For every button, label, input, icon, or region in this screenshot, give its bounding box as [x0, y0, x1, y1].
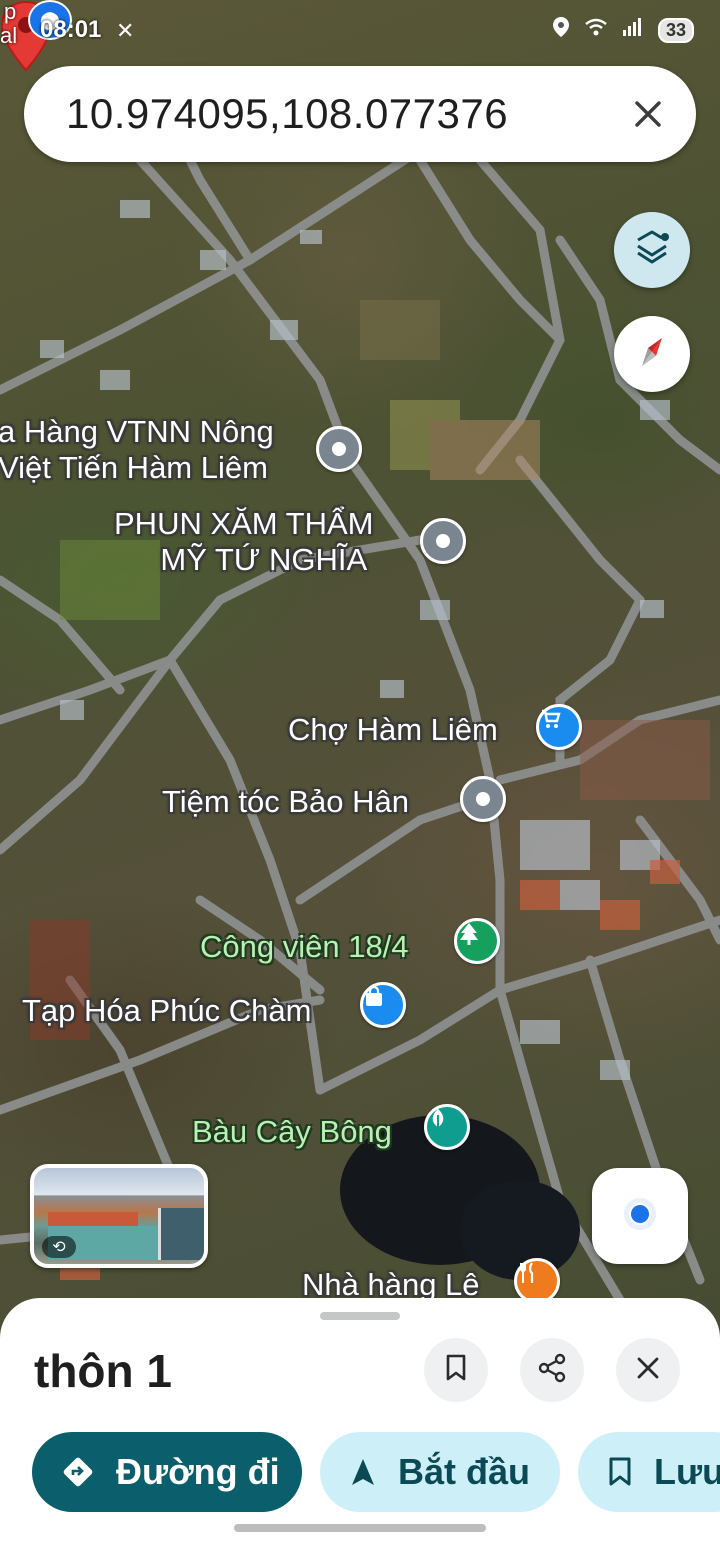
- poi-label-cho[interactable]: Chợ Hàm Liêm: [288, 711, 498, 749]
- poi-label-bau-cay-bong[interactable]: Bàu Cây Bông: [192, 1113, 392, 1151]
- battery-indicator: 33: [657, 17, 694, 43]
- status-bar: p al ⬤ 08:01 ✕ 33: [0, 0, 720, 62]
- sv-gate: [158, 1208, 204, 1260]
- poi-label-tap-hoa[interactable]: Tạp Hóa Phúc Chàm: [22, 992, 311, 1030]
- status-crumb: p al: [0, 0, 17, 48]
- start-button[interactable]: Bắt đầu: [320, 1432, 561, 1512]
- wifi-icon: [584, 17, 608, 43]
- leaf-icon[interactable]: [424, 1104, 470, 1150]
- layers-button[interactable]: [614, 212, 690, 288]
- sheet-drag-handle[interactable]: [320, 1312, 400, 1320]
- action-chips: Đường đi Bắt đầu Lưu: [32, 1432, 720, 1512]
- cross-icon: ✕: [116, 18, 135, 43]
- bookmark-icon: [445, 1354, 467, 1387]
- shopping-cart-icon[interactable]: [536, 704, 582, 750]
- poi-pin-icon[interactable]: [420, 518, 466, 564]
- poi-label-vtnn[interactable]: a Hàng VTNN Nông Việt Tiến Hàm Liêm: [0, 414, 274, 486]
- directions-label: Đường đi: [116, 1451, 280, 1492]
- poi-label-line: a Hàng VTNN Nông: [0, 414, 274, 449]
- save-chip-button[interactable]: Lưu: [578, 1432, 720, 1512]
- place-bottom-sheet[interactable]: thôn 1 Đường đi Bắt đầu Lưu: [0, 1298, 720, 1544]
- save-button[interactable]: [424, 1338, 488, 1402]
- close-icon[interactable]: [618, 84, 678, 144]
- poi-label-phun-xam[interactable]: PHUN XĂM THẨM MỸ TỨ NGHĨA: [114, 506, 374, 578]
- status-time: 08:01: [40, 16, 102, 43]
- poi-pin-icon[interactable]: [460, 776, 506, 822]
- directions-icon: [62, 1456, 94, 1488]
- poi-label-line: Việt Tiến Hàm Liêm: [0, 450, 268, 485]
- rotate-360-icon: ⟲: [42, 1236, 76, 1258]
- shopping-bag-icon[interactable]: [360, 982, 406, 1028]
- share-icon: [537, 1353, 567, 1388]
- tree-icon[interactable]: [454, 918, 500, 964]
- poi-label-cong-vien[interactable]: Công viên 18/4: [200, 928, 409, 966]
- sv-roof: [48, 1212, 138, 1226]
- signal-icon: [622, 17, 644, 43]
- layers-icon: [632, 228, 672, 273]
- my-location-icon: [622, 1196, 658, 1237]
- poi-pin-icon[interactable]: [316, 426, 362, 472]
- close-sheet-button[interactable]: [616, 1338, 680, 1402]
- close-icon: [636, 1356, 660, 1385]
- home-indicator[interactable]: [234, 1524, 486, 1532]
- status-icons: 33: [552, 16, 694, 44]
- crumb-bottom: al: [0, 23, 18, 48]
- save-label: Lưu: [654, 1451, 720, 1492]
- compass-button[interactable]: [614, 316, 690, 392]
- compass-icon: [632, 332, 672, 377]
- start-label: Bắt đầu: [398, 1451, 531, 1492]
- my-location-button[interactable]: [592, 1168, 688, 1264]
- street-view-thumbnail[interactable]: ⟲: [30, 1164, 208, 1268]
- place-title: thôn 1: [34, 1345, 172, 1397]
- location-icon: [552, 16, 570, 44]
- share-button[interactable]: [520, 1338, 584, 1402]
- search-bar[interactable]: 10.974095,108.077376: [24, 66, 696, 162]
- search-query[interactable]: 10.974095,108.077376: [66, 90, 618, 138]
- poi-label-line: PHUN XĂM THẨM: [114, 506, 374, 541]
- navigation-arrow-icon: [350, 1457, 376, 1487]
- poi-label-line: MỸ TỨ NGHĨA: [160, 542, 368, 577]
- crumb-top: p: [4, 0, 17, 24]
- poi-label-tiem-toc[interactable]: Tiệm tóc Bảo Hân: [162, 783, 409, 821]
- bookmark-icon: [608, 1457, 632, 1487]
- directions-button[interactable]: Đường đi: [32, 1432, 302, 1512]
